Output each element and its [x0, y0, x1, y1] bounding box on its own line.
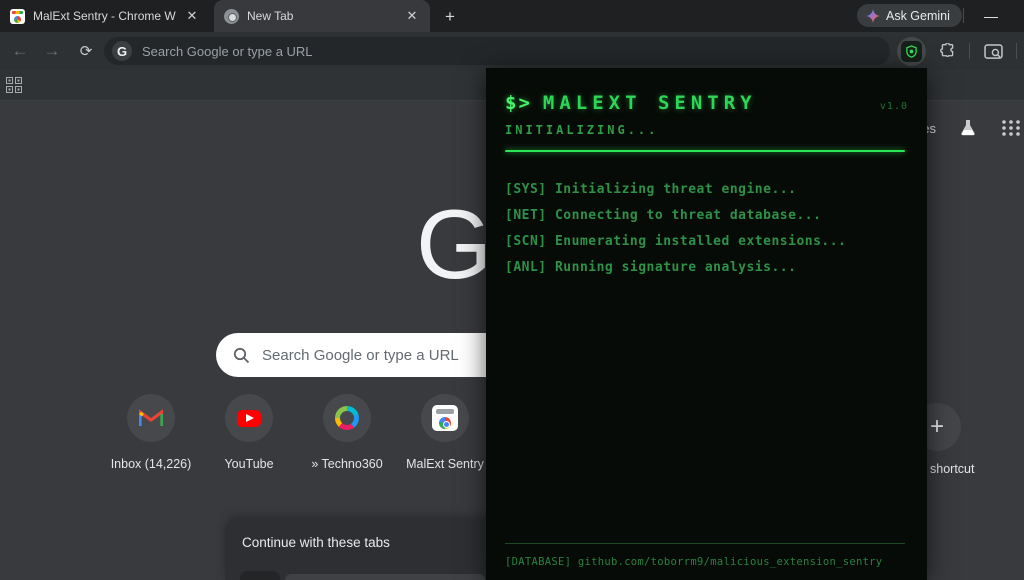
browser-window: MalExt Sentry - Chrome Web St ✕ New Tab … [0, 0, 1024, 580]
popup-footer: [DATABASE] github.com/toborrm9/malicious… [505, 543, 905, 568]
shortcut-techno360[interactable]: » Techno360 [298, 394, 396, 484]
shortcut-label: Inbox (14,226) [111, 457, 192, 471]
malext-sentry-extension-button[interactable] [897, 37, 926, 66]
chrome-favicon [224, 9, 239, 24]
tab-new-tab[interactable]: New Tab ✕ [214, 0, 430, 32]
search-labs-flask-icon[interactable] [958, 118, 978, 138]
divider [963, 8, 964, 23]
back-button[interactable]: ← [6, 37, 34, 65]
database-source-text: [DATABASE] github.com/toborrm9/malicious… [505, 556, 905, 568]
google-apps-grid-icon[interactable] [1000, 118, 1024, 138]
new-tab-button[interactable]: + [438, 5, 462, 29]
chrome-web-store-favicon [10, 9, 25, 24]
google-logo: G [416, 188, 489, 301]
shortcut-label: » Techno360 [311, 457, 382, 471]
ask-gemini-label: Ask Gemini [886, 9, 950, 23]
tab-malext-sentry-store[interactable]: MalExt Sentry - Chrome Web St ✕ [0, 0, 210, 32]
tab-preview-chip[interactable] [285, 574, 485, 580]
side-search-icon[interactable] [979, 38, 1007, 65]
tab-strip: MalExt Sentry - Chrome Web St ✕ New Tab … [0, 0, 1024, 32]
gemini-sparkle-icon [866, 9, 880, 23]
tab-close-icon[interactable]: ✕ [184, 8, 200, 24]
shield-icon [901, 41, 922, 62]
malext-sentry-popup: $> MALEXT SENTRY v1.0 INITIALIZING... [S… [486, 68, 927, 580]
tab-preview-chip[interactable] [240, 571, 280, 580]
techno360-icon [335, 406, 359, 430]
address-bar-input[interactable] [142, 44, 742, 59]
youtube-icon [237, 410, 261, 427]
gmail-icon [139, 409, 163, 427]
version-label: v1.0 [880, 101, 908, 112]
progress-bar [505, 150, 905, 152]
forward-button[interactable]: → [38, 37, 66, 65]
log-line: [ANL] Running signature analysis... [505, 255, 908, 281]
shortcut-label: MalExt Sentry [406, 457, 484, 471]
shortcut-malext-sentry[interactable]: MalExt Sentry [396, 394, 494, 484]
popup-header: $> MALEXT SENTRY v1.0 [505, 92, 908, 114]
shortcuts-row: Inbox (14,226) YouTube » Techno360 MalEx… [102, 394, 494, 484]
add-shortcut-label: shortcut [930, 462, 974, 476]
extensions-puzzle-icon[interactable] [934, 38, 961, 65]
status-text: INITIALIZING... [505, 123, 908, 137]
google-badge-icon: G [112, 41, 132, 61]
tab-title: MalExt Sentry - Chrome Web St [33, 9, 176, 23]
tab-title: New Tab [247, 9, 396, 23]
divider [969, 43, 970, 59]
continue-tabs-title: Continue with these tabs [242, 535, 390, 550]
log-line: [SCN] Enumerating installed extensions..… [505, 229, 908, 255]
chrome-web-store-icon [432, 405, 458, 431]
shortcut-inbox[interactable]: Inbox (14,226) [102, 394, 200, 484]
apps-grid-icon[interactable] [6, 77, 22, 93]
tab-close-icon[interactable]: ✕ [404, 8, 420, 24]
log-line: [SYS] Initializing threat engine... [505, 177, 908, 203]
address-bar[interactable]: G [104, 37, 890, 65]
search-icon [233, 347, 250, 364]
divider [505, 543, 905, 544]
ask-gemini-button[interactable]: Ask Gemini [857, 4, 962, 27]
log-line: [NET] Connecting to threat database... [505, 203, 908, 229]
minimize-button[interactable]: — [976, 2, 1006, 29]
scan-log: [SYS] Initializing threat engine... [NET… [505, 177, 908, 281]
terminal-prompt: $> [505, 92, 532, 114]
reload-button[interactable]: ⟳ [72, 37, 100, 65]
popup-title: MALEXT SENTRY [543, 92, 757, 114]
shortcut-youtube[interactable]: YouTube [200, 394, 298, 484]
shortcut-label: YouTube [224, 457, 273, 471]
divider [1016, 43, 1017, 59]
